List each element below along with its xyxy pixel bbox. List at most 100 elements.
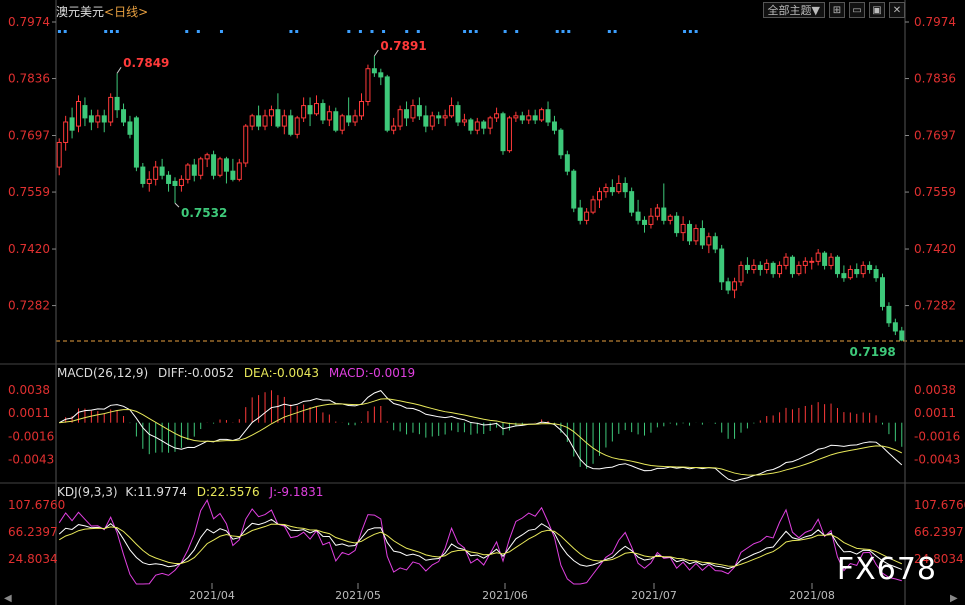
candle-body — [487, 117, 493, 129]
event-marker — [694, 30, 698, 33]
candle-body — [899, 330, 905, 341]
minimize-icon[interactable]: ▭ — [849, 2, 865, 18]
candle-body — [873, 269, 879, 279]
candle-body — [429, 115, 435, 127]
x-tick-label: 2021/08 — [789, 589, 835, 602]
y-tick-label: 0.7420 — [914, 242, 956, 256]
candle-body — [204, 154, 210, 160]
kdj-panel — [58, 499, 902, 585]
candle-body — [687, 223, 693, 242]
candle-body — [706, 236, 712, 246]
candle-body — [153, 166, 159, 180]
event-marker — [555, 30, 559, 33]
y-tick-label: 0.7559 — [914, 185, 956, 199]
candle-body — [789, 256, 795, 275]
event-marker — [607, 30, 611, 33]
candle-body — [391, 125, 397, 131]
candle-body — [764, 262, 770, 271]
event-marker — [468, 30, 472, 33]
candle-body — [494, 113, 500, 119]
candle-body — [88, 115, 94, 123]
y-tick-label: 0.7697 — [914, 129, 956, 143]
macd-dea: DEA:-0.0043 — [244, 366, 319, 380]
candle-body — [680, 223, 686, 234]
event-marker — [370, 30, 374, 33]
candle-body — [423, 115, 429, 127]
candle-body — [526, 115, 532, 121]
event-marker — [463, 30, 467, 33]
low-annotation: 0.7532 — [181, 206, 227, 220]
candle-body — [751, 264, 757, 271]
candle-body — [564, 154, 570, 172]
x-tick-label: 2021/06 — [482, 589, 528, 602]
theme-selector-button[interactable]: 全部主题▼ — [762, 2, 825, 18]
candle-body — [892, 322, 898, 332]
candle-body — [436, 115, 442, 119]
event-marker — [185, 30, 189, 33]
candle-body — [796, 264, 802, 275]
event-marker — [474, 30, 478, 33]
candle-body — [166, 174, 172, 184]
close-icon[interactable]: ✕ — [889, 2, 905, 18]
candle-body — [384, 76, 390, 131]
candle-body — [834, 256, 840, 275]
candle-body — [339, 115, 345, 131]
candle-body — [654, 207, 660, 217]
candle-body — [461, 119, 467, 123]
candle-body — [63, 121, 69, 143]
scroll-right-icon[interactable]: ▶ — [950, 593, 958, 604]
crosshair-icon[interactable]: ⊞ — [829, 2, 845, 18]
candle-body — [146, 178, 152, 184]
candle-body — [410, 105, 416, 119]
event-marker — [104, 30, 108, 33]
candle-body — [236, 162, 242, 180]
macd-title: MACD(26,12,9) — [57, 366, 148, 380]
candle-body — [69, 117, 75, 131]
kdj-y-label: 66.2397 — [914, 525, 964, 539]
kdj-title: KDJ(9,3,3) — [57, 485, 118, 499]
scroll-left-icon[interactable]: ◀ — [4, 593, 12, 604]
event-markers — [57, 30, 698, 33]
candle-body — [307, 105, 313, 115]
candle-body — [712, 236, 718, 250]
event-marker — [416, 30, 420, 33]
watermark-logo: FX678 — [836, 552, 937, 587]
kdj-y-label: 24.8034 — [8, 552, 58, 566]
candle-body — [879, 277, 885, 307]
candle-body — [468, 119, 474, 131]
candle-body — [404, 109, 410, 119]
candle-body — [133, 117, 139, 168]
toolbar: 全部主题▼ ⊞ ▭ ▣ ✕ — [762, 2, 905, 20]
event-marker — [196, 30, 200, 33]
candle-body — [442, 115, 448, 119]
candle-body — [822, 252, 828, 266]
y-tick-label: 0.7697 — [8, 129, 50, 143]
candle-body — [635, 211, 641, 221]
axes: 0.7974 0.7974 0.7836 0.7836 0.7697 0.7697 0.75… — [0, 0, 965, 605]
candle-body — [667, 215, 673, 221]
annotation-leader — [174, 202, 180, 208]
restore-icon[interactable]: ▣ — [869, 2, 885, 18]
candle-body — [159, 166, 165, 176]
chart-title: 澳元美元<日线> — [56, 5, 148, 19]
event-marker — [561, 30, 565, 33]
macd-y-label: 0.0011 — [914, 406, 956, 420]
kdj-legend: KDJ(9,3,3) K:11.9774 D:22.5576 J:-9.1831 — [57, 485, 323, 499]
candle-body — [642, 219, 648, 225]
candle-body — [867, 264, 873, 271]
candle-body — [500, 113, 506, 152]
candle-body — [596, 191, 602, 201]
candle-body — [359, 101, 365, 117]
candle-body — [365, 68, 371, 102]
candle-body — [217, 158, 223, 176]
macd-diff: DIFF:-0.0052 — [158, 366, 234, 380]
candle-body — [590, 199, 596, 213]
macd-dea-line — [59, 398, 902, 476]
event-marker — [219, 30, 223, 33]
event-marker — [289, 30, 293, 33]
candle-body — [732, 281, 738, 291]
candle-body — [211, 154, 217, 176]
kdj-j: J:-9.1831 — [268, 485, 323, 499]
candle-body — [603, 187, 609, 193]
candle-body — [397, 109, 403, 127]
